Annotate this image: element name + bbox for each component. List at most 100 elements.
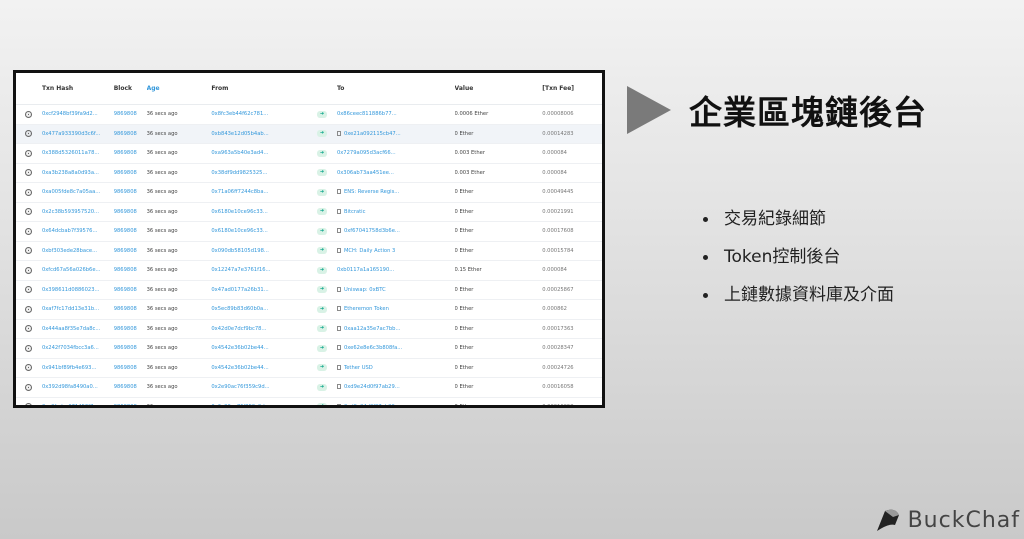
eye-icon[interactable]: ⦿ [25,383,32,391]
to-address-text[interactable]: 0xaa12a35e7ac7bb... [344,326,400,332]
eye-icon[interactable]: ⦿ [25,325,32,333]
from-address-link[interactable]: 0x5ec89b83d60b0a... [211,306,317,312]
block-link[interactable]: 9869808 [114,248,147,254]
eye-icon[interactable]: ⦿ [25,344,32,352]
eye-icon[interactable]: ⦿ [25,208,32,216]
txn-hash-link[interactable]: 0x64dcbab7f39576... [42,228,114,234]
to-address-text[interactable]: 0x7279a095d3acf66... [337,150,396,156]
block-link[interactable]: 9869808 [114,345,147,351]
table-row[interactable]: ⦿ 0x64dcbab7f39576... 9869808 36 secs ago 0x… [16,222,602,242]
table-row[interactable]: ⦿ 0x388d5326011a78... 9869808 36 secs ago 0x… [16,144,602,164]
table-row[interactable]: ⦿ 0x242f7034fbcc3a6... 9869808 36 secs ago 0… [16,339,602,359]
from-address-link[interactable]: 0xa963a5b40e3ad4... [211,150,317,156]
eye-icon[interactable]: ⦿ [25,286,32,294]
block-link[interactable]: 9869808 [114,287,147,293]
table-row[interactable]: ⦿ 0xcf2948bf39fa9d2... 9869808 36 secs ago 0… [16,105,602,125]
block-link[interactable]: 9869808 [114,267,147,273]
eye-icon[interactable]: ⦿ [25,110,32,118]
txn-hash-link[interactable]: 0xc0fadcc071453f7... [42,404,114,405]
to-address-link[interactable]: Etheremon Token [336,306,455,312]
from-address-link[interactable]: 0x090db58105d198... [211,248,317,254]
to-address-link[interactable]: Uniswap: 0xBTC [336,286,455,293]
to-address-link[interactable]: Tether USD [336,364,455,371]
to-address-link[interactable]: 0xd9e24d0f97ab29... [336,403,455,405]
to-address-text[interactable]: MCH: Daily Action 3 [344,248,395,254]
table-row[interactable]: ⦿ 0xc0fadcc071453f7... 9869808 36 secs ago 0… [16,398,602,405]
txn-hash-link[interactable]: 0x941bf89fb4e693... [42,365,114,371]
table-row[interactable]: ⦿ 0xfcd67a56a026b6e... 9869808 36 secs ago 0… [16,261,602,281]
to-address-text[interactable]: Bitcratic [344,209,366,215]
txn-hash-link[interactable]: 0x398611d0886023... [42,287,114,293]
to-address-text[interactable]: Etheremon Token [344,306,389,312]
block-link[interactable]: 9869808 [114,404,147,405]
from-address-link[interactable]: 0x4542e36b02be44... [211,345,317,351]
eye-icon[interactable]: ⦿ [25,149,32,157]
txn-hash-link[interactable]: 0xcf2948bf39fa9d2... [42,111,114,117]
to-address-link[interactable]: 0xaa12a35e7ac7bb... [336,325,455,332]
to-address-text[interactable]: Tether USD [344,365,373,371]
block-link[interactable]: 9869808 [114,306,147,312]
from-address-link[interactable]: 0x8fc3eb44f62c781... [211,111,317,117]
to-address-link[interactable]: Bitcratic [336,208,455,215]
to-address-text[interactable]: ENS: Reverse Regis... [344,189,399,195]
block-link[interactable]: 9869808 [114,170,147,176]
to-address-text[interactable]: 0xd9e24d0f97ab29... [344,404,400,405]
txn-hash-link[interactable]: 0xa005fde8c7a05aa... [42,189,114,195]
block-link[interactable]: 9869808 [114,189,147,195]
table-row[interactable]: ⦿ 0xbf303ede28bace... 9869808 36 secs ago 0x… [16,242,602,261]
eye-icon[interactable]: ⦿ [25,266,32,274]
to-address-text[interactable]: 0xb0117a1a165190... [337,267,394,273]
header-age[interactable]: Age [147,85,212,92]
block-link[interactable]: 9869808 [114,384,147,390]
eye-icon[interactable]: ⦿ [25,305,32,313]
to-address-text[interactable]: 0x86ceec811886b77... [337,111,397,117]
table-row[interactable]: ⦿ 0x398611d0886023... 9869808 36 secs ago 0x… [16,281,602,300]
from-address-link[interactable]: 0x2e90ac76f359c9d... [211,384,317,390]
table-row[interactable]: ⦿ 0xa3b238a8a0d93a... 9869808 36 secs ago 0x… [16,164,602,183]
eye-icon[interactable]: ⦿ [25,188,32,196]
table-row[interactable]: ⦿ 0x444aa8f35e7da8c... 9869808 36 secs ago 0… [16,320,602,339]
block-link[interactable]: 9869808 [114,150,147,156]
to-address-text[interactable]: 0x306ab73aa451ee... [337,170,394,176]
from-address-link[interactable]: 0xb843e12d05b4ab... [211,131,317,137]
eye-icon[interactable]: ⦿ [25,364,32,372]
block-link[interactable]: 9869808 [114,326,147,332]
txn-hash-link[interactable]: 0x392d98fa8490a0... [42,384,114,390]
to-address-link[interactable]: 0xf67041758d3b6e... [336,228,455,234]
from-address-link[interactable]: 0x4542e36b02be44... [211,365,317,371]
to-address-link[interactable]: 0x306ab73aa451ee... [337,170,455,176]
to-address-text[interactable]: 0xe62e8e6c3b808fa... [344,345,402,351]
from-address-link[interactable]: 0x2e90ac76f359c9d... [211,404,317,405]
block-link[interactable]: 9869808 [114,111,147,117]
eye-icon[interactable]: ⦿ [25,169,32,177]
table-row[interactable]: ⦿ 0x2c38b593957520... 9869808 36 secs ago 0x… [16,203,602,222]
txn-hash-link[interactable]: 0x444aa8f35e7da8c... [42,326,114,332]
block-link[interactable]: 9869808 [114,131,147,137]
header-txn-fee[interactable]: [Txn Fee] [542,85,602,92]
to-address-link[interactable]: 0xd9e24d0f97ab29... [336,384,455,390]
from-address-link[interactable]: 0x71a06ff7244c8ba... [211,189,317,195]
table-row[interactable]: ⦿ 0x392d98fa8490a0... 9869808 36 secs ago 0x… [16,378,602,398]
eye-icon[interactable]: ⦿ [25,403,32,405]
txn-hash-link[interactable]: 0xaf7fc17dd13e31b... [42,306,114,312]
from-address-link[interactable]: 0x38df9dd9825325... [211,170,317,176]
to-address-link[interactable]: 0xb0117a1a165190... [337,267,455,273]
to-address-link[interactable]: 0xe21a092115cb47... [336,130,455,137]
eye-icon[interactable]: ⦿ [25,227,32,235]
to-address-link[interactable]: 0x86ceec811886b77... [337,111,455,117]
to-address-text[interactable]: 0xf67041758d3b6e... [344,228,400,234]
to-address-link[interactable]: 0x7279a095d3acf66... [337,150,455,156]
block-link[interactable]: 9869808 [114,365,147,371]
eye-icon[interactable]: ⦿ [25,130,32,138]
block-link[interactable]: 9869808 [114,228,147,234]
txn-hash-link[interactable]: 0xfcd67a56a026b6e... [42,267,114,273]
from-address-link[interactable]: 0x6180e10ce96c33... [211,228,317,234]
from-address-link[interactable]: 0x47ad0177a26b31... [211,287,317,293]
to-address-link[interactable]: ENS: Reverse Regis... [336,189,455,195]
to-address-text[interactable]: 0xe21a092115cb47... [344,131,401,137]
to-address-link[interactable]: 0xe62e8e6c3b808fa... [336,345,455,351]
to-address-text[interactable]: Uniswap: 0xBTC [344,287,386,293]
txn-hash-link[interactable]: 0x242f7034fbcc3a6... [42,345,114,351]
to-address-link[interactable]: MCH: Daily Action 3 [336,247,455,254]
from-address-link[interactable]: 0x42d0e7dcf9bc78... [211,326,317,332]
